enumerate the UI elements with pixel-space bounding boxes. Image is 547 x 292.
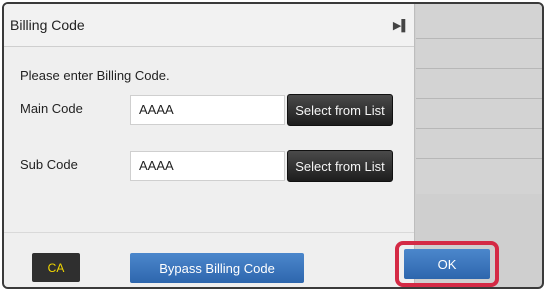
divider [4,232,414,233]
bypass-billing-code-button[interactable]: Bypass Billing Code [130,253,304,283]
title-bar: Billing Code ▶▌ [4,4,414,47]
billing-code-panel: Billing Code ▶▌ Please enter Billing Cod… [4,4,499,287]
instruction-text: Please enter Billing Code. [20,68,170,83]
main-code-input[interactable]: AAAA [130,95,285,125]
ca-button[interactable]: CA [32,253,80,282]
expand-right-icon[interactable]: ▶▌ [388,4,414,46]
side-panel [416,4,542,194]
sub-code-select-list-button[interactable]: Select from List [287,150,393,182]
side-divider [416,128,542,129]
device-screen: Billing Code ▶▌ Please enter Billing Cod… [2,2,544,289]
ok-button[interactable]: OK [404,249,490,279]
side-divider [416,98,542,99]
main-code-label: Main Code [20,101,83,116]
main-code-select-list-button[interactable]: Select from List [287,94,393,126]
side-divider [416,38,542,39]
side-divider [416,158,542,159]
side-divider [416,68,542,69]
ok-button-highlight: OK [395,241,499,287]
page-title: Billing Code [10,17,85,33]
sub-code-input[interactable]: AAAA [130,151,285,181]
sub-code-label: Sub Code [20,157,78,172]
